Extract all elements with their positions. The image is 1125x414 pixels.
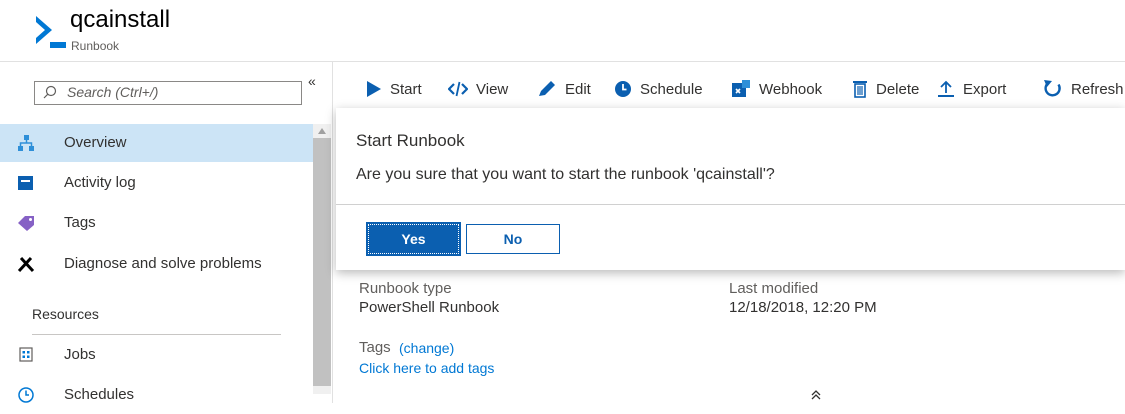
schedule-button[interactable]: Schedule bbox=[614, 78, 703, 100]
clock-icon bbox=[615, 81, 631, 97]
sidebar-item-overview[interactable]: Overview bbox=[0, 124, 313, 162]
clock-icon bbox=[18, 387, 34, 403]
sidebar-item-label: Tags bbox=[64, 214, 96, 231]
start-label: Start bbox=[390, 80, 422, 98]
yes-button[interactable]: Yes bbox=[366, 222, 461, 256]
overview-icon bbox=[18, 135, 34, 151]
schedule-label: Schedule bbox=[640, 80, 703, 98]
webhook-label: Webhook bbox=[759, 80, 823, 98]
divider bbox=[32, 334, 281, 335]
view-button[interactable]: View bbox=[448, 78, 508, 100]
dialog-message: Are you sure that you want to start the … bbox=[356, 166, 775, 183]
tag-icon bbox=[18, 216, 34, 231]
collapse-essentials-icon[interactable] bbox=[810, 389, 822, 401]
tags-change-link[interactable]: (change) bbox=[399, 340, 454, 356]
sidebar-item-label: Jobs bbox=[64, 346, 96, 363]
page-subtitle: Runbook bbox=[71, 39, 120, 53]
sidebar-item-activity-log[interactable]: Activity log bbox=[0, 164, 313, 202]
delete-label: Delete bbox=[876, 80, 920, 98]
sidebar-item-label: Schedules bbox=[64, 386, 135, 403]
refresh-button[interactable]: Refresh bbox=[1043, 78, 1124, 100]
automation-logo-icon bbox=[36, 16, 66, 48]
pencil-icon bbox=[539, 81, 555, 96]
jobs-icon bbox=[19, 347, 33, 362]
dialog-title: Start Runbook bbox=[356, 131, 465, 150]
last-modified-value: 12/18/2018, 12:20 PM bbox=[729, 299, 877, 316]
delete-button[interactable]: Delete bbox=[852, 78, 919, 100]
divider bbox=[336, 204, 1125, 205]
wrench-icon bbox=[17, 256, 35, 273]
sidebar-item-label: Activity log bbox=[64, 174, 136, 191]
code-icon bbox=[448, 81, 468, 97]
sidebar-item-diagnose[interactable]: Diagnose and solve problems bbox=[0, 245, 313, 283]
page-title: qcainstall bbox=[70, 6, 171, 33]
scrollbar-thumb[interactable] bbox=[313, 138, 331, 386]
search-input[interactable] bbox=[67, 82, 297, 102]
sidebar-item-label: Diagnose and solve problems bbox=[64, 255, 262, 272]
play-icon bbox=[367, 81, 381, 97]
export-button[interactable]: Export bbox=[937, 78, 1006, 100]
view-label: View bbox=[476, 80, 509, 98]
trash-icon bbox=[853, 81, 867, 98]
search-icon bbox=[43, 85, 57, 99]
edit-label: Edit bbox=[565, 80, 591, 98]
runbook-type-label: Runbook type bbox=[359, 280, 452, 297]
export-label: Export bbox=[963, 80, 1007, 98]
start-button[interactable]: Start bbox=[366, 78, 422, 100]
refresh-icon bbox=[1044, 80, 1061, 97]
sidebar-item-label: Overview bbox=[64, 134, 127, 151]
upload-icon bbox=[938, 80, 954, 97]
scroll-up-icon[interactable] bbox=[317, 127, 327, 135]
sidebar-item-jobs[interactable]: Jobs bbox=[0, 336, 313, 374]
webhook-icon bbox=[732, 80, 750, 97]
sidebar-section-resources: Resources bbox=[32, 306, 99, 322]
runbook-type-value: PowerShell Runbook bbox=[359, 299, 500, 316]
sidebar-item-schedules[interactable]: Schedules bbox=[0, 376, 313, 414]
webhook-button[interactable]: Webhook bbox=[731, 78, 822, 100]
tags-label: Tags bbox=[359, 339, 391, 356]
collapse-sidebar-button[interactable]: « bbox=[308, 73, 316, 89]
activity-log-icon bbox=[18, 176, 33, 190]
last-modified-label: Last modified bbox=[729, 280, 819, 297]
refresh-label: Refresh bbox=[1071, 80, 1124, 98]
no-button[interactable]: No bbox=[466, 224, 560, 254]
edit-button[interactable]: Edit bbox=[537, 78, 591, 100]
add-tags-link[interactable]: Click here to add tags bbox=[359, 360, 494, 376]
sidebar-item-tags[interactable]: Tags bbox=[0, 204, 313, 242]
